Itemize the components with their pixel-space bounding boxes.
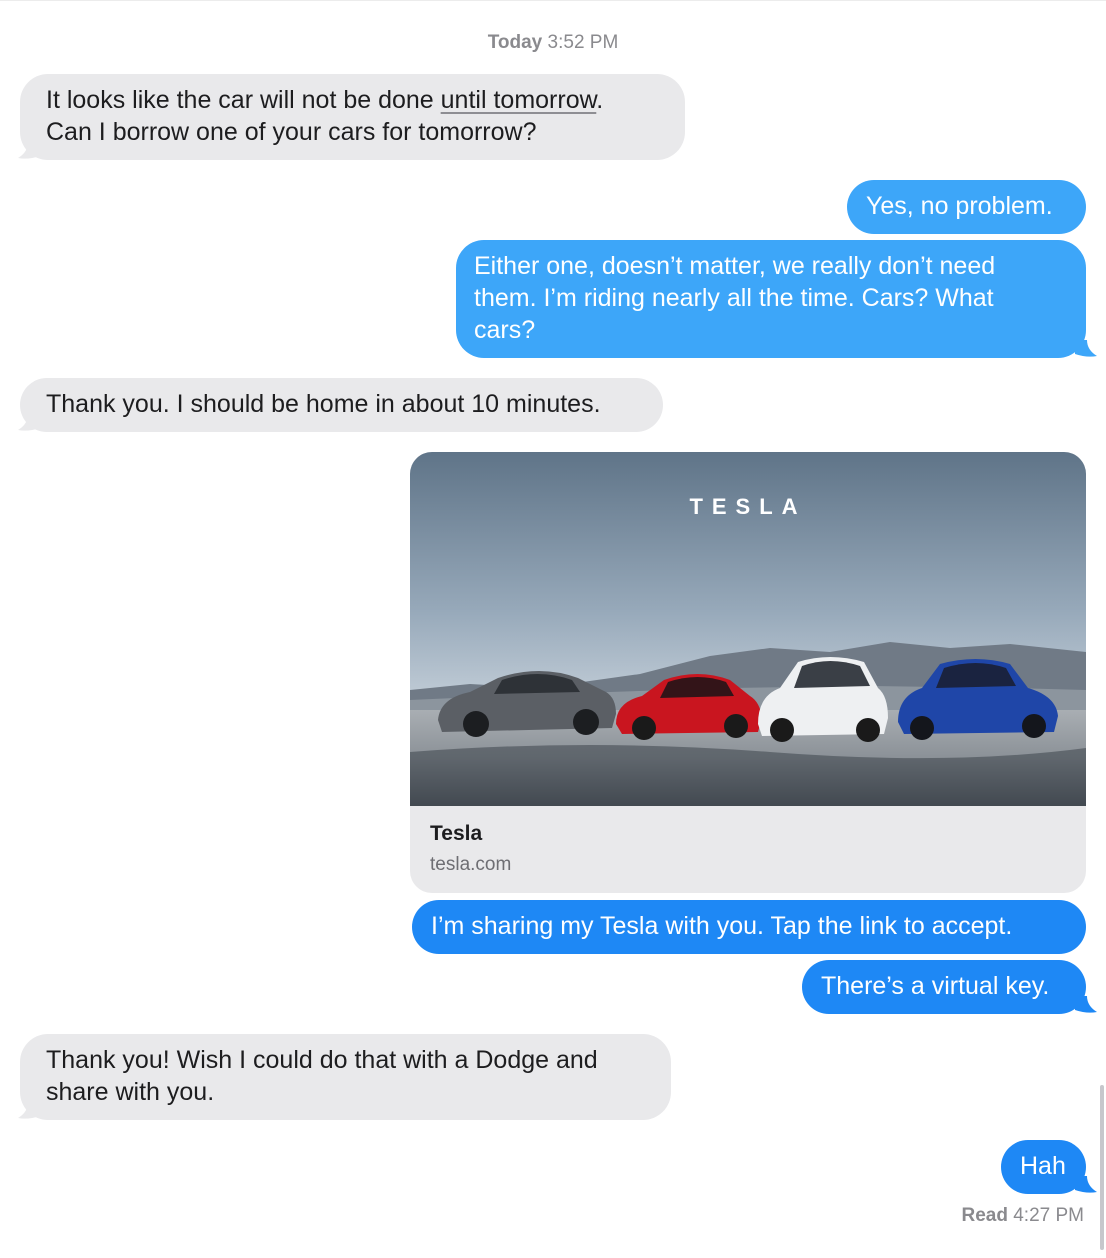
incoming-message[interactable]: Thank you. I should be home in about 10 … <box>20 378 663 432</box>
read-receipt: Read 4:27 PM <box>961 1205 1084 1227</box>
bubble-tail <box>18 142 40 159</box>
conversation-timestamp: Today 3:52 PM <box>0 32 1106 54</box>
message-line: them. I’m riding nearly all the time. Ca… <box>474 284 994 312</box>
preview-url: tesla.com <box>430 854 512 875</box>
bubble-tail <box>18 414 40 431</box>
read-status: Read <box>961 1205 1008 1226</box>
bubble-tail <box>1075 340 1097 357</box>
message-line: cars? <box>474 316 536 344</box>
timestamp-date: Today <box>487 32 543 53</box>
incoming-message[interactable]: It looks like the car will not be done u… <box>20 74 685 160</box>
link-preview-card[interactable]: TESLA Tesla tesla.com <box>410 452 1086 893</box>
bubble-tail <box>1075 996 1097 1013</box>
tesla-logo: TESLA <box>689 494 806 519</box>
outgoing-message[interactable]: I’m sharing my Tesla with you. Tap the l… <box>412 900 1086 954</box>
outgoing-message[interactable]: Yes, no problem. <box>847 180 1086 234</box>
timestamp-time: 3:52 PM <box>547 32 619 53</box>
scrollbar[interactable] <box>1100 1085 1104 1250</box>
message-line: Either one, doesn’t matter, we really do… <box>474 252 996 280</box>
window-top-divider <box>0 0 1106 1</box>
tesla-preview-image: TESLA <box>410 452 1086 806</box>
message-line: Can I borrow one of your cars for tomorr… <box>46 118 537 146</box>
read-time: 4:27 PM <box>1013 1205 1084 1226</box>
bubble-tail <box>1075 1176 1097 1193</box>
preview-title: Tesla <box>430 822 483 845</box>
outgoing-message[interactable]: Either one, doesn’t matter, we really do… <box>456 240 1086 358</box>
incoming-message[interactable]: Thank you! Wish I could do that with a D… <box>20 1034 671 1120</box>
outgoing-message[interactable]: There’s a virtual key. <box>802 960 1086 1014</box>
message-line: It looks like the car will not be done u… <box>46 86 604 114</box>
detected-date-link[interactable]: until tomorrow <box>441 86 597 114</box>
message-line: Thank you! Wish I could do that with a D… <box>46 1046 598 1074</box>
message-line: share with you. <box>46 1078 215 1106</box>
outgoing-message[interactable]: Hah <box>1001 1140 1086 1194</box>
bubble-tail <box>18 1102 40 1119</box>
